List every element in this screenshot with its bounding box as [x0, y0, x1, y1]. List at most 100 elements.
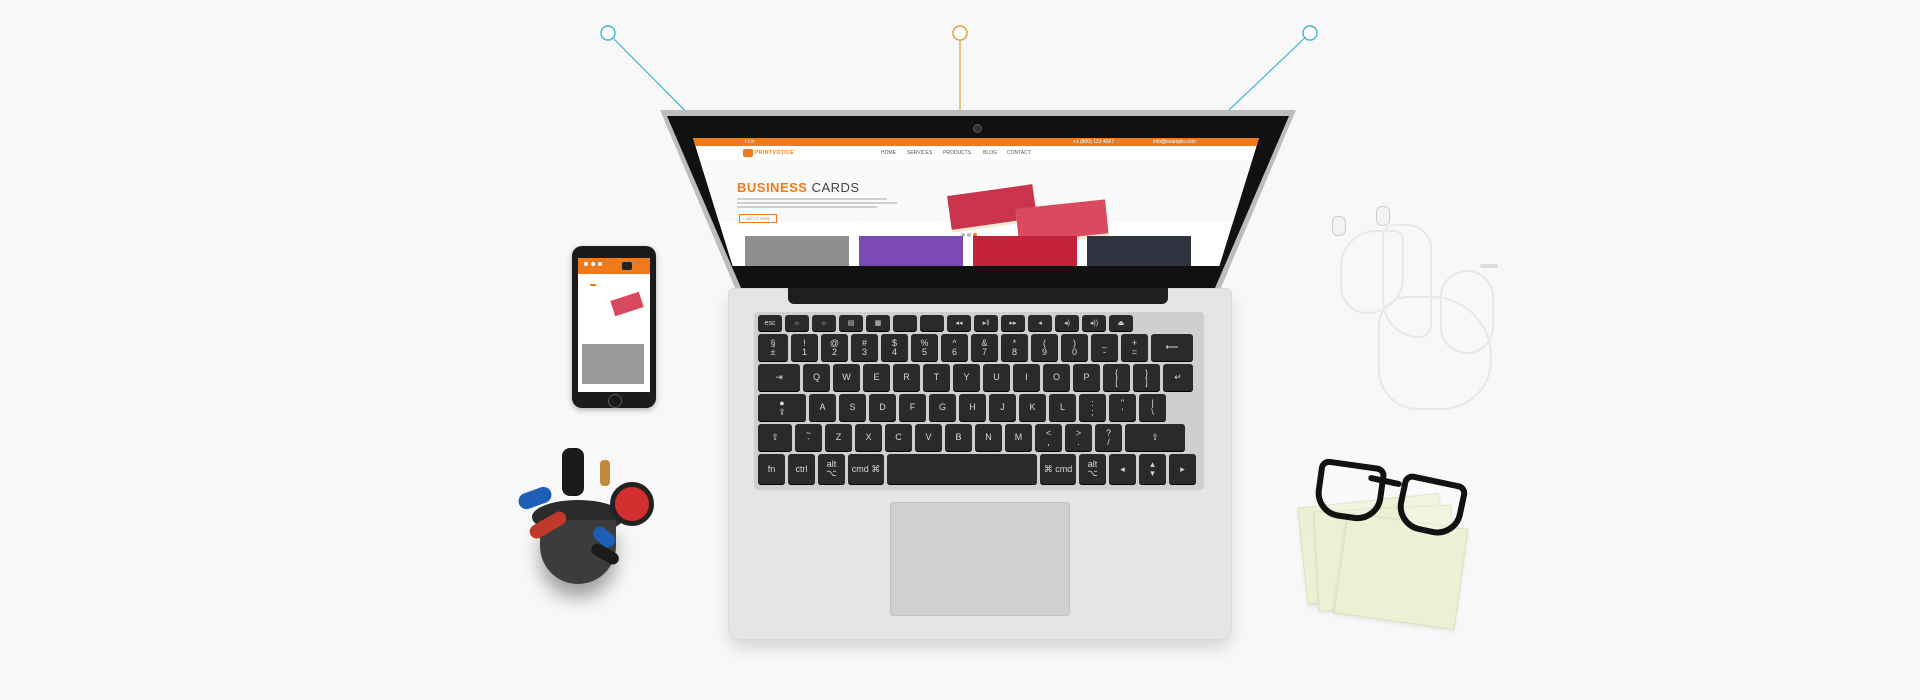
key-row6-1[interactable]: ctrl [788, 454, 815, 484]
key-row3-11[interactable]: { [ [1103, 364, 1130, 391]
key-row6-8[interactable]: ▴ ▾ [1139, 454, 1166, 484]
key-row5-8[interactable]: M [1005, 424, 1032, 451]
key-row5-11[interactable]: ? / [1095, 424, 1122, 451]
callout-marker-icon-right[interactable] [1302, 25, 1318, 41]
key-row2-1[interactable]: ! 1 [791, 334, 818, 361]
key-row4-4[interactable]: F [899, 394, 926, 421]
key-row4-0[interactable]: ● ⇪ [758, 394, 806, 421]
key-row3-3[interactable]: E [863, 364, 890, 391]
key-row3-7[interactable]: U [983, 364, 1010, 391]
key-row1-7[interactable]: ◂◂ [947, 315, 971, 331]
key-row3-1[interactable]: Q [803, 364, 830, 391]
key-row3-12[interactable]: } ] [1133, 364, 1160, 391]
key-row2-2[interactable]: @ 2 [821, 334, 848, 361]
social-icon[interactable] [591, 262, 595, 266]
key-row2-12[interactable]: + = [1121, 334, 1148, 361]
key-row3-8[interactable]: I [1013, 364, 1040, 391]
key-row6-9[interactable]: ▸ [1169, 454, 1196, 484]
key-row2-11[interactable]: _ - [1091, 334, 1118, 361]
key-row5-4[interactable]: C [885, 424, 912, 451]
key-row1-0[interactable]: esc [758, 315, 782, 331]
trackpad[interactable] [890, 502, 1070, 616]
social-links[interactable]: f t in [745, 139, 754, 145]
key-row5-6[interactable]: B [945, 424, 972, 451]
key-row1-4[interactable]: ▦ [866, 315, 890, 331]
key-row2-6[interactable]: ^ 6 [941, 334, 968, 361]
hero-button[interactable]: GET IT NOW [739, 214, 777, 223]
key-row4-1[interactable]: A [809, 394, 836, 421]
key-row2-7[interactable]: & 7 [971, 334, 998, 361]
social-icon[interactable] [584, 262, 588, 266]
menu-icon[interactable] [590, 284, 596, 286]
key-row2-9[interactable]: ( 9 [1031, 334, 1058, 361]
logo-icon[interactable] [743, 149, 753, 157]
product-thumb[interactable] [859, 236, 963, 266]
key-row1-11[interactable]: ◂) [1055, 315, 1079, 331]
topbar-email[interactable]: info@example.com [1153, 139, 1196, 145]
product-thumb[interactable] [745, 236, 849, 266]
social-icon[interactable] [598, 262, 602, 266]
key-row6-2[interactable]: alt ⌥ [818, 454, 845, 484]
nav-home[interactable]: HOME [881, 150, 896, 156]
key-row6-0[interactable]: fn [758, 454, 785, 484]
key-row6-7[interactable]: ◂ [1109, 454, 1136, 484]
product-thumb[interactable] [582, 344, 644, 384]
key-row5-7[interactable]: N [975, 424, 1002, 451]
key-row2-0[interactable]: § ± [758, 334, 788, 361]
product-thumb[interactable] [1087, 236, 1191, 266]
key-row5-2[interactable]: Z [825, 424, 852, 451]
key-row5-0[interactable]: ⇧ [758, 424, 792, 451]
key-row2-4[interactable]: $ 4 [881, 334, 908, 361]
key-row1-6[interactable] [920, 315, 944, 331]
key-row1-12[interactable]: ◂)) [1082, 315, 1106, 331]
callout-marker-icon-center[interactable] [952, 25, 968, 41]
product-thumb[interactable] [973, 236, 1077, 266]
key-row1-2[interactable]: ☼ [812, 315, 836, 331]
key-row2-10[interactable]: ) 0 [1061, 334, 1088, 361]
key-row4-10[interactable]: : ; [1079, 394, 1106, 421]
key-row4-5[interactable]: G [929, 394, 956, 421]
key-row6-6[interactable]: alt ⌥ [1079, 454, 1106, 484]
key-row3-6[interactable]: Y [953, 364, 980, 391]
nav-contact[interactable]: CONTACT [1007, 150, 1031, 156]
key-row3-5[interactable]: T [923, 364, 950, 391]
key-row5-3[interactable]: X [855, 424, 882, 451]
nav-products[interactable]: PRODUCTS [943, 150, 971, 156]
key-row4-9[interactable]: L [1049, 394, 1076, 421]
key-row4-6[interactable]: H [959, 394, 986, 421]
key-row4-2[interactable]: S [839, 394, 866, 421]
key-row5-12[interactable]: ⇧ [1125, 424, 1185, 451]
callout-marker-icon-left[interactable] [600, 25, 616, 41]
key-row5-1[interactable]: ~ ` [795, 424, 822, 451]
key-row5-10[interactable]: > . [1065, 424, 1092, 451]
key-row1-5[interactable] [893, 315, 917, 331]
key-row6-5[interactable]: ⌘ cmd [1040, 454, 1076, 484]
key-row3-0[interactable]: ⇥ [758, 364, 800, 391]
key-row1-1[interactable]: ☼ [785, 315, 809, 331]
key-row5-9[interactable]: < , [1035, 424, 1062, 451]
nav-blog[interactable]: BLOG [983, 150, 997, 156]
nav-services[interactable]: SERVICES [907, 150, 932, 156]
key-row3-9[interactable]: O [1043, 364, 1070, 391]
home-button-icon[interactable] [608, 394, 622, 408]
key-row3-2[interactable]: W [833, 364, 860, 391]
key-row3-10[interactable]: P [1073, 364, 1100, 391]
key-row4-11[interactable]: " ' [1109, 394, 1136, 421]
key-row1-13[interactable]: ⏏ [1109, 315, 1133, 331]
key-row1-9[interactable]: ▸▸ [1001, 315, 1025, 331]
key-row2-3[interactable]: # 3 [851, 334, 878, 361]
key-row2-8[interactable]: * 8 [1001, 334, 1028, 361]
key-row6-3[interactable]: cmd ⌘ [848, 454, 884, 484]
key-row6-4[interactable] [887, 454, 1037, 484]
key-row1-3[interactable]: ▤ [839, 315, 863, 331]
key-row3-13[interactable]: ↵ [1163, 364, 1193, 391]
key-row1-10[interactable]: ◂ [1028, 315, 1052, 331]
logo-icon[interactable] [622, 262, 632, 270]
key-row4-7[interactable]: J [989, 394, 1016, 421]
key-row2-5[interactable]: % 5 [911, 334, 938, 361]
key-row5-5[interactable]: V [915, 424, 942, 451]
key-row3-4[interactable]: R [893, 364, 920, 391]
key-row2-13[interactable]: ⟵ [1151, 334, 1193, 361]
key-row4-12[interactable]: | \ [1139, 394, 1166, 421]
logo-text[interactable]: PRINTVOTICE [755, 150, 794, 156]
